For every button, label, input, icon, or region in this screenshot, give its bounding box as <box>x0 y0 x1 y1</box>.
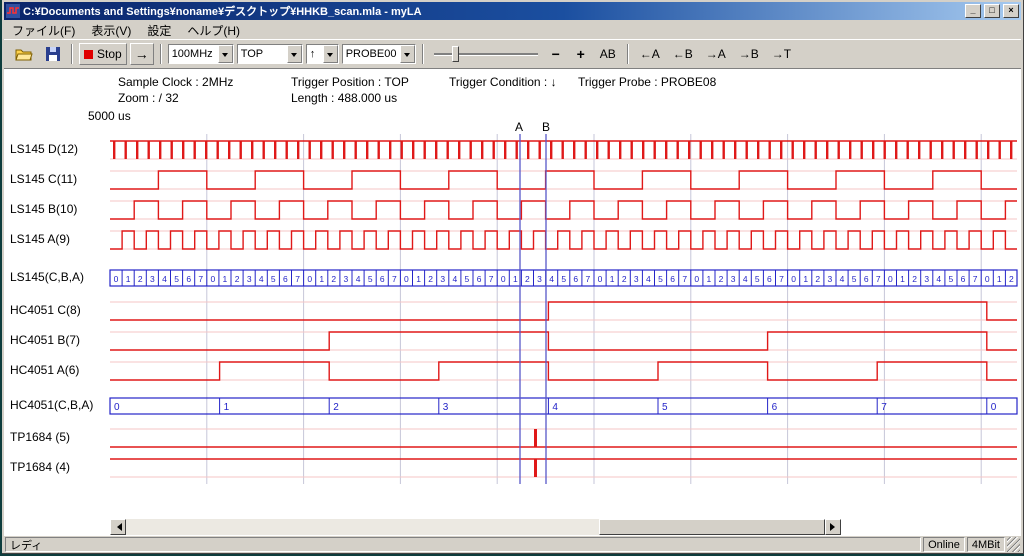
length-text: Length : 488.000 us <box>291 91 397 105</box>
app-icon <box>6 4 20 18</box>
channel-label: TP1684 (4) <box>10 460 70 474</box>
goto-b-left-button[interactable]: ←B <box>668 43 698 65</box>
toolbar-separator <box>627 44 629 64</box>
zoom-slider-thumb[interactable] <box>452 46 459 62</box>
timebase-label: 5000 us <box>88 109 131 123</box>
window-title: C:¥Documents and Settings¥noname¥デスクトップ¥… <box>23 3 962 19</box>
trigger-edge-select[interactable]: ↑ <box>306 44 339 64</box>
scroll-left-button[interactable] <box>110 519 126 535</box>
minimize-button[interactable]: _ <box>965 4 981 18</box>
save-floppy-icon <box>46 47 60 61</box>
scroll-right-arrow-icon <box>830 523 839 531</box>
resize-grip[interactable] <box>1007 537 1020 552</box>
trigger-probe-select[interactable]: PROBE00 <box>342 44 416 64</box>
maximize-button[interactable]: □ <box>984 4 1000 18</box>
zoom-slider-track <box>434 53 538 55</box>
trigger-edge-value: ↑ <box>307 48 323 60</box>
goto-a-left-button[interactable]: ←A <box>635 43 665 65</box>
channel-label: TP1684 (5) <box>10 430 70 444</box>
open-file-button[interactable] <box>10 43 38 65</box>
sample-clock-value: 100MHz <box>169 48 218 60</box>
trigger-position-value: TOP <box>238 48 287 60</box>
toolbar-separator <box>422 44 424 64</box>
trigger-position-select[interactable]: TOP <box>237 44 303 64</box>
menu-file[interactable]: ファイル(F) <box>4 21 83 40</box>
status-online: Online <box>923 537 965 552</box>
status-bar: レディ Online 4MBit <box>4 537 1021 552</box>
scrollbar-thumb[interactable] <box>599 519 825 535</box>
horizontal-scrollbar[interactable] <box>110 519 841 535</box>
zoom-in-button[interactable]: + <box>570 43 592 65</box>
sample-clock-select[interactable]: 100MHz <box>168 44 234 64</box>
goto-trigger-button[interactable]: →T <box>767 43 796 65</box>
stop-button[interactable]: Stop <box>79 43 127 65</box>
menu-help[interactable]: ヘルプ(H) <box>179 21 248 40</box>
zoom-slider[interactable] <box>434 44 538 64</box>
app-window: C:¥Documents and Settings¥noname¥デスクトップ¥… <box>2 0 1024 554</box>
trigger-probe-text: Trigger Probe : PROBE08 <box>578 75 716 89</box>
trigger-condition-text: Trigger Condition : ↓ <box>449 75 557 89</box>
stop-button-label: Stop <box>97 47 122 61</box>
scrollbar-track[interactable] <box>126 519 825 535</box>
dropdown-arrow-icon[interactable] <box>287 45 302 63</box>
toolbar: Stop → 100MHz TOP ↑ PROBE00 − + AB ←A ←B <box>4 39 1021 68</box>
channel-label: HC4051 A(6) <box>10 363 79 377</box>
title-bar: C:¥Documents and Settings¥noname¥デスクトップ¥… <box>4 2 1021 20</box>
waveform-client-area <box>4 68 1021 536</box>
scroll-left-arrow-icon <box>113 523 122 531</box>
channel-label: HC4051(C,B,A) <box>10 398 93 412</box>
goto-a-right-button[interactable]: →A <box>701 43 731 65</box>
channel-label: LS145 A(9) <box>10 232 70 246</box>
stop-square-icon <box>84 50 93 59</box>
channel-label: LS145 B(10) <box>10 202 77 216</box>
menu-settings[interactable]: 設定 <box>139 21 179 40</box>
channel-label: HC4051 B(7) <box>10 333 80 347</box>
trigger-probe-value: PROBE00 <box>343 48 400 60</box>
run-button[interactable]: → <box>130 43 154 65</box>
channel-label: LS145 C(11) <box>10 172 77 186</box>
zoom-text: Zoom : / 32 <box>118 91 179 105</box>
ab-cursor-button[interactable]: AB <box>595 43 621 65</box>
sample-clock-text: Sample Clock : 2MHz <box>118 75 233 89</box>
channel-label: LS145(C,B,A) <box>10 270 84 284</box>
save-button[interactable] <box>41 43 65 65</box>
goto-b-right-button[interactable]: →B <box>734 43 764 65</box>
zoom-out-button[interactable]: − <box>545 43 567 65</box>
cursor-b-label[interactable]: B <box>542 120 550 134</box>
dropdown-arrow-icon[interactable] <box>400 45 415 63</box>
dropdown-arrow-icon[interactable] <box>323 45 338 63</box>
menu-view[interactable]: 表示(V) <box>83 21 139 40</box>
channel-label: LS145 D(12) <box>10 142 78 156</box>
menu-bar: ファイル(F) 表示(V) 設定 ヘルプ(H) <box>4 21 1021 39</box>
status-memory: 4MBit <box>967 537 1005 552</box>
toolbar-separator <box>71 44 73 64</box>
open-folder-icon <box>15 48 33 61</box>
dropdown-arrow-icon[interactable] <box>218 45 233 63</box>
scroll-right-button[interactable] <box>825 519 841 535</box>
channel-label: HC4051 C(8) <box>10 303 81 317</box>
close-button[interactable]: × <box>1003 4 1019 18</box>
trigger-position-text: Trigger Position : TOP <box>291 75 409 89</box>
cursor-a-label[interactable]: A <box>515 120 523 134</box>
toolbar-separator <box>160 44 162 64</box>
status-message: レディ <box>5 537 921 552</box>
